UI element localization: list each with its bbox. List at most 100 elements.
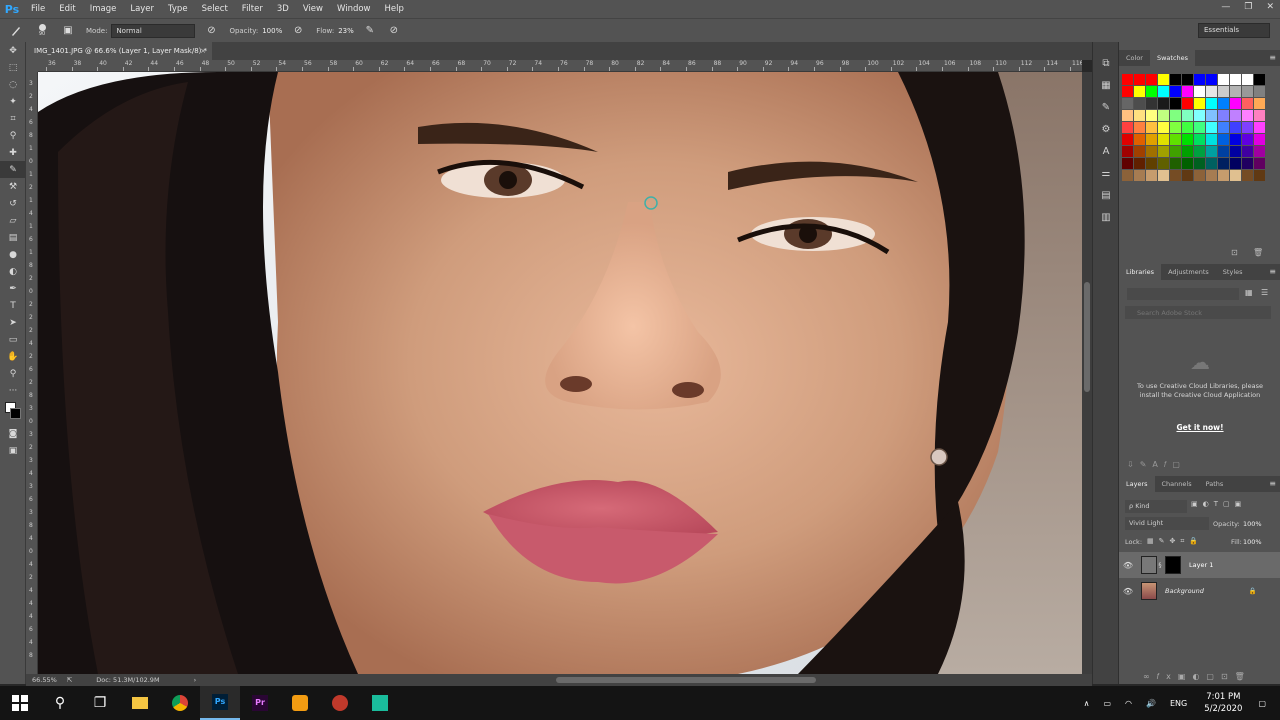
brush-panel-icon[interactable]: ✎ — [1093, 96, 1119, 118]
brush-preset-picker[interactable]: 90 — [32, 23, 52, 39]
blur-tool-icon[interactable]: ● — [0, 246, 26, 263]
photoshop-taskbar-icon[interactable]: Ps — [200, 686, 240, 720]
pressure-size-icon[interactable]: ⊘ — [386, 23, 402, 39]
menu-filter[interactable]: Filter — [235, 4, 270, 14]
swatch-93[interactable] — [1230, 158, 1241, 169]
screen-mode-icon[interactable]: ▣ — [0, 442, 26, 459]
swatch-61[interactable] — [1134, 134, 1145, 145]
doc-size[interactable]: Doc: 51.3M/102.9M — [96, 676, 159, 684]
swatch-19[interactable] — [1206, 86, 1217, 97]
pen-tool-icon[interactable]: ✒ — [0, 280, 26, 297]
grid-view-icon[interactable]: ▦ — [1245, 288, 1253, 297]
swatch-3[interactable] — [1158, 74, 1169, 85]
brush-panel-icon[interactable]: ▣ — [60, 23, 76, 39]
swatch-74[interactable] — [1146, 146, 1157, 157]
swatch-51[interactable] — [1158, 122, 1169, 133]
swatch-53[interactable] — [1182, 122, 1193, 133]
menu-help[interactable]: Help — [378, 4, 411, 14]
swatch-54[interactable] — [1194, 122, 1205, 133]
swatch-47[interactable] — [1254, 110, 1265, 121]
document-canvas[interactable] — [38, 72, 1082, 674]
gradient-tool-icon[interactable]: ▤ — [0, 229, 26, 246]
menu-window[interactable]: Window — [330, 4, 378, 14]
tab-layers[interactable]: Layers — [1119, 476, 1155, 492]
swatch-60[interactable] — [1122, 134, 1133, 145]
swatch-88[interactable] — [1170, 158, 1181, 169]
healing-brush-tool-icon[interactable]: ✚ — [0, 144, 26, 161]
swatch-67[interactable] — [1206, 134, 1217, 145]
language-indicator[interactable]: ENG — [1170, 699, 1187, 708]
clone-source-icon[interactable]: ⚙ — [1093, 118, 1119, 140]
horizontal-scroll-thumb[interactable] — [556, 677, 816, 683]
swatch-45[interactable] — [1230, 110, 1241, 121]
swatch-96[interactable] — [1122, 170, 1133, 181]
menu-3d[interactable]: 3D — [270, 4, 296, 14]
chrome-icon[interactable] — [160, 686, 200, 720]
swatch-20[interactable] — [1218, 86, 1229, 97]
pressure-icon[interactable]: ⊘ — [290, 23, 306, 39]
layer-actions-icons[interactable]: ∞𝑓x▣◐▢⊡🗑 — [1143, 672, 1252, 682]
quick-select-tool-icon[interactable]: ✦ — [0, 93, 26, 110]
swatch-23[interactable] — [1254, 86, 1265, 97]
swatch-46[interactable] — [1242, 110, 1253, 121]
swatch-7[interactable] — [1206, 74, 1217, 85]
swatch-40[interactable] — [1170, 110, 1181, 121]
file-explorer-icon[interactable] — [120, 686, 160, 720]
battery-icon[interactable]: ▭ — [1103, 699, 1111, 708]
get-it-now-link[interactable]: Get it now! — [1129, 423, 1271, 432]
swatch-57[interactable] — [1230, 122, 1241, 133]
more-tools-icon[interactable]: ··· — [0, 382, 26, 399]
swatch-10[interactable] — [1242, 74, 1253, 85]
library-select[interactable] — [1127, 288, 1239, 300]
clock[interactable]: 7:01 PM 5/2/2020 — [1204, 691, 1242, 715]
menu-type[interactable]: Type — [161, 4, 195, 14]
swatch-77[interactable] — [1182, 146, 1193, 157]
tab-swatches[interactable]: Swatches — [1149, 50, 1196, 66]
swatch-99[interactable] — [1158, 170, 1169, 181]
crop-tool-icon[interactable]: ⌗ — [0, 110, 26, 127]
menu-image[interactable]: Image — [83, 4, 124, 14]
swatch-31[interactable] — [1206, 98, 1217, 109]
swatch-100[interactable] — [1170, 170, 1181, 181]
swatch-94[interactable] — [1242, 158, 1253, 169]
swatch-27[interactable] — [1158, 98, 1169, 109]
swatch-5[interactable] — [1182, 74, 1193, 85]
swatch-65[interactable] — [1182, 134, 1193, 145]
layer-mask-thumbnail[interactable] — [1165, 556, 1181, 574]
visibility-eye-icon[interactable]: 👁 — [1119, 587, 1137, 596]
swatch-4[interactable] — [1170, 74, 1181, 85]
swatch-49[interactable] — [1134, 122, 1145, 133]
swatch-76[interactable] — [1170, 146, 1181, 157]
zoom-tool-icon[interactable]: ⚲ — [0, 365, 26, 382]
workspace-select[interactable]: Essentials — [1198, 23, 1270, 38]
swatch-56[interactable] — [1218, 122, 1229, 133]
app-icon-teal[interactable] — [360, 686, 400, 720]
swatch-26[interactable] — [1146, 98, 1157, 109]
eyedropper-tool-icon[interactable]: ⚲ — [0, 127, 26, 144]
swatch-85[interactable] — [1134, 158, 1145, 169]
swatch-44[interactable] — [1218, 110, 1229, 121]
brush-tool-icon-active[interactable]: ✎ — [0, 161, 26, 178]
tab-channels[interactable]: Channels — [1155, 476, 1199, 492]
notes-panel-icon[interactable]: ▥ — [1093, 206, 1119, 228]
swatch-79[interactable] — [1206, 146, 1217, 157]
brush-tool-icon[interactable] — [8, 23, 24, 39]
info-panel-icon[interactable]: ▤ — [1093, 184, 1119, 206]
swatch-105[interactable] — [1230, 170, 1241, 181]
swatch-42[interactable] — [1194, 110, 1205, 121]
layer-row-background[interactable]: 👁 Background 🔒 — [1119, 578, 1280, 604]
swatch-0[interactable] — [1122, 74, 1133, 85]
swatch-9[interactable] — [1230, 74, 1241, 85]
close-tab-icon[interactable]: × — [200, 42, 206, 60]
character-panel-icon[interactable]: A — [1093, 140, 1119, 162]
swatch-70[interactable] — [1242, 134, 1253, 145]
type-tool-icon[interactable]: T — [0, 297, 26, 314]
vertical-scrollbar[interactable] — [1082, 72, 1092, 674]
swatch-78[interactable] — [1194, 146, 1205, 157]
status-menu-arrow-icon[interactable]: › — [194, 676, 197, 684]
tab-paths[interactable]: Paths — [1199, 476, 1231, 492]
dodge-tool-icon[interactable]: ◐ — [0, 263, 26, 280]
swatch-104[interactable] — [1218, 170, 1229, 181]
swatch-91[interactable] — [1206, 158, 1217, 169]
swatch-2[interactable] — [1146, 74, 1157, 85]
